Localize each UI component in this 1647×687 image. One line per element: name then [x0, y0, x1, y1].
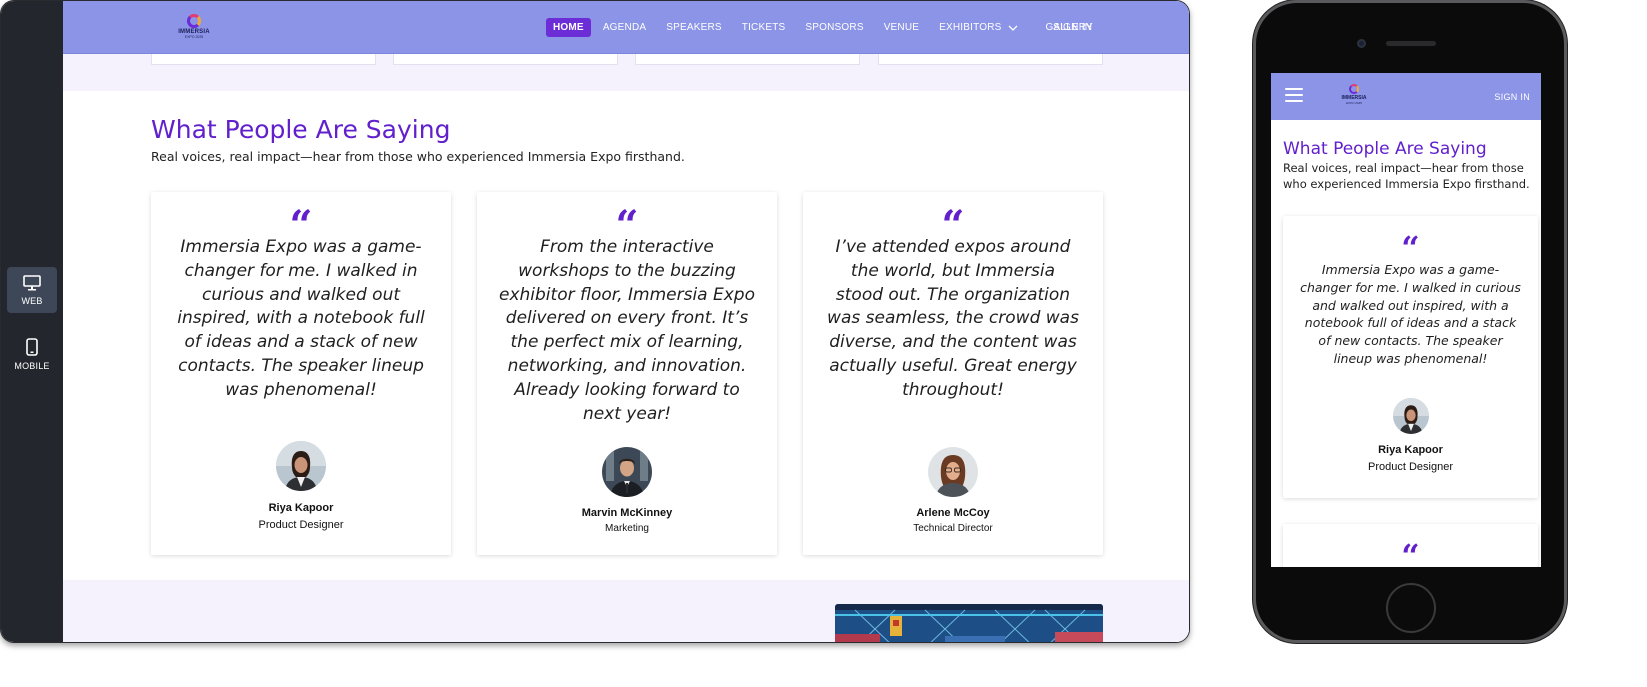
quote-icon: “ — [1401, 229, 1420, 267]
previous-card — [878, 54, 1103, 65]
quote-icon: “ — [1401, 537, 1420, 567]
mobile-testimonial-card: “ Immersia Expo was a game-changer for m… — [1283, 216, 1538, 498]
mobile-testimonials-subtitle: Real voices, real impact—hear from those… — [1283, 161, 1530, 191]
testimonial-card: “ From the interactive workshops to the … — [477, 192, 777, 555]
desktop-preview: WEB MOBILE IMMERSIA EXPO 2025 HOME AGEND… — [0, 0, 1190, 643]
testimonial-name: Riya Kapoor — [268, 502, 334, 514]
testimonial-quote: I’ve attended expos around the world, bu… — [827, 237, 1079, 400]
nav-exhibitors-label: EXHIBITORS — [939, 22, 1002, 33]
previous-card — [635, 54, 860, 65]
device-switcher: WEB MOBILE — [1, 1, 63, 642]
previous-card — [393, 54, 618, 65]
testimonials-subtitle: Real voices, real impact—hear from those… — [151, 149, 685, 164]
nav-sponsors[interactable]: SPONSORS — [805, 18, 863, 37]
mobile-site-logo[interactable]: IMMERSIA EXPO 2025 — [1341, 84, 1367, 108]
web-view-label: WEB — [21, 295, 43, 306]
mobile-view-label: MOBILE — [14, 360, 50, 371]
testimonials-section: What People Are Saying Real voices, real… — [63, 91, 1189, 580]
camera-icon — [1357, 39, 1366, 48]
nav-venue[interactable]: VENUE — [884, 18, 919, 37]
top-navbar: IMMERSIA EXPO 2025 HOME AGENDA SPEAKERS … — [63, 1, 1189, 54]
mobile-view-button[interactable]: MOBILE — [7, 331, 57, 377]
monitor-icon — [23, 274, 41, 290]
avatar — [928, 447, 978, 497]
quote-icon: “ — [289, 202, 313, 249]
nav-tickets[interactable]: TICKETS — [742, 18, 786, 37]
web-view-button[interactable]: WEB — [7, 267, 57, 313]
testimonial-quote: From the interactive workshops to the bu… — [499, 237, 755, 424]
previous-card — [151, 54, 376, 65]
testimonial-role: Product Designer — [258, 519, 344, 531]
hamburger-menu-icon[interactable] — [1285, 88, 1303, 102]
smartphone-icon — [26, 337, 38, 356]
mobile-testimonial-card: “ — [1283, 524, 1538, 567]
mobile-screen: IMMERSIA EXPO 2025 SIGN IN What People A… — [1271, 73, 1541, 567]
mobile-testimonials-title: What People Are Saying — [1283, 139, 1487, 159]
nav-agenda[interactable]: AGENDA — [603, 18, 646, 37]
testimonial-role: Marketing — [605, 523, 649, 534]
testimonial-card: “ Immersia Expo was a game-changer for m… — [151, 192, 451, 555]
logo-sub: EXPO 2025 — [184, 35, 204, 39]
testimonial-quote: Immersia Expo was a game-changer for me.… — [177, 237, 425, 400]
venue-image — [835, 604, 1103, 642]
testimonials-title: What People Are Saying — [151, 115, 451, 144]
website-canvas: IMMERSIA EXPO 2025 HOME AGENDA SPEAKERS … — [63, 1, 1189, 642]
nav-exhibitors-dropdown[interactable]: EXHIBITORS — [939, 18, 1017, 37]
testimonial-card: “ I’ve attended expos around the world, … — [803, 192, 1103, 555]
phone-frame: IMMERSIA EXPO 2025 SIGN IN What People A… — [1253, 0, 1567, 643]
mobile-testimonial-quote: Immersia Expo was a game-changer for me.… — [1300, 262, 1521, 366]
mobile-sign-in-link[interactable]: SIGN IN — [1494, 92, 1530, 102]
logo-mark-icon — [1349, 84, 1359, 94]
logo-sub: EXPO 2025 — [1346, 101, 1362, 105]
logo-mark-icon — [187, 14, 201, 28]
nav-home[interactable]: HOME — [546, 18, 591, 37]
speaker-grille — [1386, 41, 1436, 46]
mobile-testimonial-role: Product Designer — [1368, 461, 1453, 473]
sign-in-link[interactable]: SIGN IN — [1053, 22, 1092, 33]
nav-speakers[interactable]: SPEAKERS — [666, 18, 722, 37]
quote-icon: “ — [941, 202, 965, 249]
avatar — [1393, 398, 1429, 434]
mobile-navbar: IMMERSIA EXPO 2025 SIGN IN — [1271, 73, 1541, 120]
testimonial-role: Technical Director — [913, 523, 993, 534]
avatar — [276, 441, 326, 491]
testimonial-name: Arlene McCoy — [916, 507, 990, 519]
home-button[interactable] — [1386, 583, 1436, 633]
mobile-testimonial-name: Riya Kapoor — [1378, 444, 1443, 456]
avatar — [602, 447, 652, 497]
testimonial-name: Marvin McKinney — [581, 507, 673, 519]
quote-icon: “ — [615, 202, 639, 249]
site-logo[interactable]: IMMERSIA EXPO 2025 — [177, 14, 211, 42]
chevron-down-icon — [1008, 25, 1017, 31]
nav-menu: HOME AGENDA SPEAKERS TICKETS SPONSORS VE… — [546, 18, 1113, 37]
